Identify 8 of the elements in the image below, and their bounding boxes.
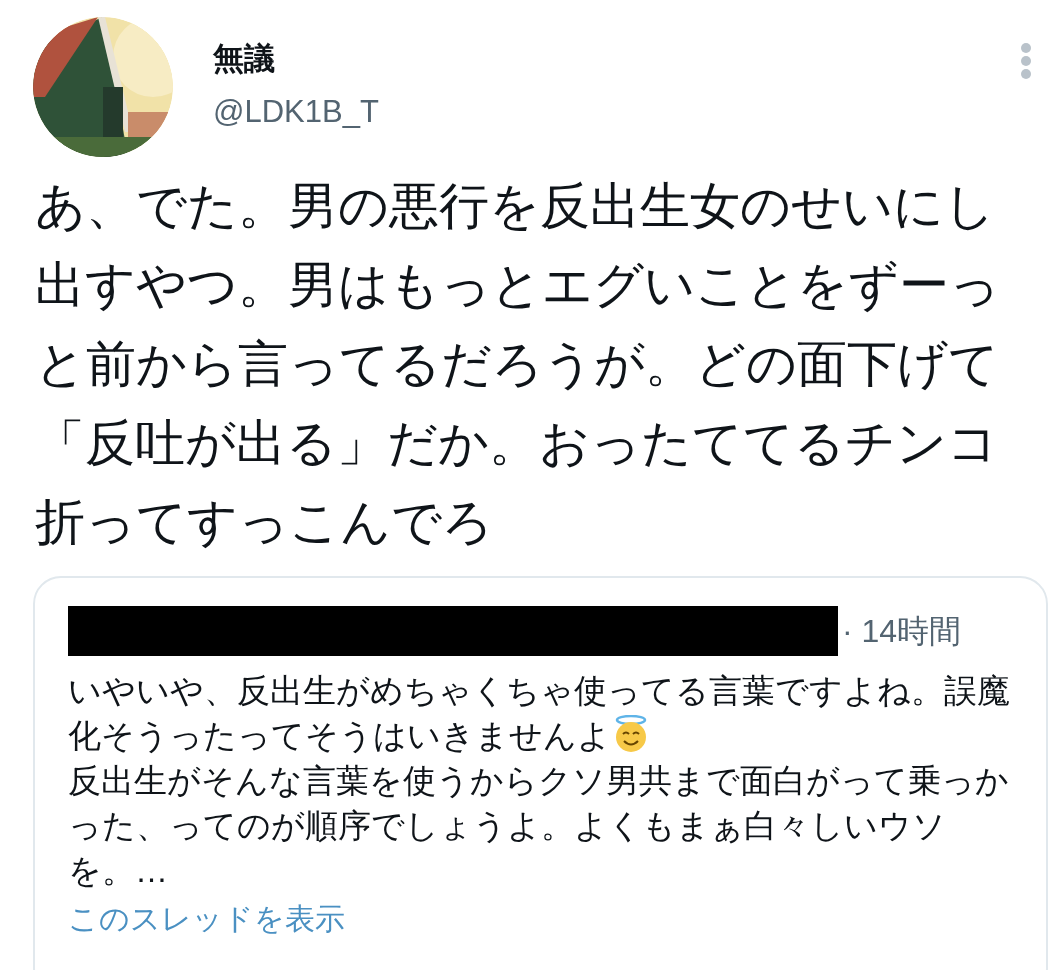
author-handle: @LDK1B_T: [213, 96, 379, 127]
quoted-tweet-paragraph: 反出生がそんな言葉を使うからクソ男共まで面白がって乗っかった、ってのが順序でしょうよ。よくもまぁ白々しいウソを。…: [68, 761, 1010, 891]
tweet-text: あ、でた。男の悪行を反出生女のせいにし出すやつ。男はもっとエグいことをずーっと前から言ってるだろうが。どの面下げて「反吐が出る」だか。おったててるチンコ折ってすっこんでろ: [35, 177, 1000, 552]
tweet-time: · 14時間: [842, 612, 962, 651]
quoted-tweet-paragraph: いやいや、反出生がめちゃくちゃ使ってる言葉ですよね。誤魔化そうったってそうはいきませんよ: [68, 671, 1011, 756]
quoted-tweet-card[interactable]: · 14時間 いやいや、反出生がめちゃくちゃ使ってる言葉ですよね。誤魔化そうったってそうはいきませんよ 反出生がそんな言葉を使うからクソ男共まで面白がって乗っかった、ってのが順序でしょうよ。よくもまぁ白々しいウソを。… このスレッドを表示: [33, 576, 1048, 970]
more-options-icon[interactable]: [1020, 43, 1032, 79]
author-name: 無議: [213, 43, 276, 74]
